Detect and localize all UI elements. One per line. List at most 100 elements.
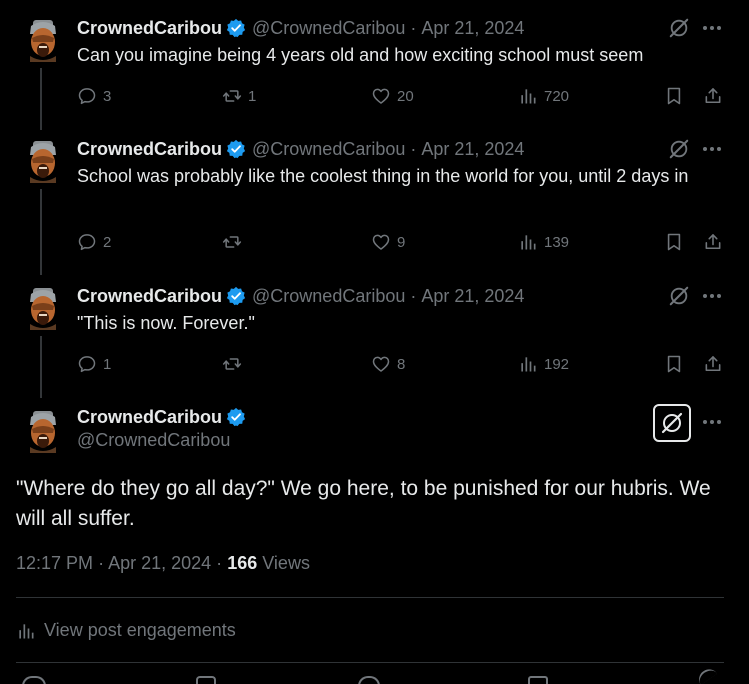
author-name[interactable]: CrownedCaribou [77,286,222,307]
bookmark-button[interactable] [664,353,684,375]
share-icon [703,354,723,374]
bookmark-icon[interactable] [528,676,548,684]
author-handle[interactable]: @CrownedCaribou [252,286,405,307]
bookmark-icon [664,354,684,374]
avatar[interactable] [24,139,62,183]
view-engagements-link[interactable]: View post engagements [16,620,236,641]
more-options-icon[interactable] [701,138,723,160]
like-button[interactable]: 9 [371,231,405,253]
post-date[interactable]: Apr 21, 2024 [421,18,524,39]
verified-badge-icon [226,407,246,427]
repost-icon [222,86,242,106]
repost-button[interactable] [222,353,248,375]
repost-count: 1 [248,87,257,105]
separator: · [216,553,223,573]
share-button[interactable] [703,85,723,107]
views-button[interactable]: 720 [518,85,569,107]
thread-line [40,189,42,275]
reply-button[interactable]: 3 [77,85,111,107]
avatar[interactable] [24,286,62,330]
post-date[interactable]: Apr 21, 2024 [421,139,524,160]
views-button[interactable]: 139 [518,231,569,253]
engagements-label: View post engagements [44,620,236,640]
tweet-text: School was probably like the coolest thi… [77,166,689,186]
reply-icon [77,232,97,252]
like-icon[interactable] [358,676,380,684]
verified-badge-icon [226,18,246,38]
like-count: 8 [397,355,406,373]
more-options-icon[interactable] [701,411,723,433]
action-bar: 2 9 139 [77,231,727,253]
separator: · [98,553,105,573]
repost-button[interactable] [222,231,248,253]
views-button[interactable]: 192 [518,353,569,375]
author-handle[interactable]: @CrownedCaribou [252,139,405,160]
repost-button[interactable]: 1 [222,85,256,107]
repost-icon [222,354,242,374]
views-icon [518,86,538,106]
post-metadata: 12:17 PM · Apr 21, 2024 · 166 Views [16,553,310,574]
more-options-icon[interactable] [701,17,723,39]
views-label: Views [262,553,310,573]
separator: · [410,285,417,306]
thread-tweet-1[interactable]: CrownedCaribou @CrownedCaribou · Apr 21,… [0,16,749,136]
views-icon [518,232,538,252]
share-icon [703,232,723,252]
main-avatar[interactable] [24,409,62,453]
main-tweet-header: CrownedCaribou @CrownedCaribou [77,405,246,451]
thread-line [40,336,42,398]
grok-icon[interactable] [668,17,690,39]
thread-tweet-2[interactable]: CrownedCaribou @CrownedCaribou · Apr 21,… [0,137,749,277]
share-icon [703,86,723,106]
view-count: 192 [544,355,570,373]
reply-button[interactable]: 1 [77,353,111,375]
share-button[interactable] [703,353,723,375]
author-name[interactable]: CrownedCaribou [77,407,222,428]
like-button[interactable]: 20 [371,85,414,107]
bookmark-button[interactable] [664,231,684,253]
separator: · [410,17,417,38]
reply-icon[interactable] [22,676,46,684]
like-count: 9 [397,233,406,251]
avatar[interactable] [24,18,62,62]
like-count: 20 [397,87,414,105]
grok-icon [660,411,684,435]
author-handle[interactable]: @CrownedCaribou [252,18,405,39]
action-bar: 1 8 192 [77,353,727,375]
like-button[interactable]: 8 [371,353,405,375]
repost-icon[interactable] [196,676,216,684]
thread-line [40,68,42,130]
view-count: 720 [544,87,570,105]
tweet-header: CrownedCaribou @CrownedCaribou · Apr 21,… [77,137,524,161]
author-name[interactable]: CrownedCaribou [77,18,222,39]
repost-icon [222,232,242,252]
thread-tweet-3[interactable]: CrownedCaribou @CrownedCaribou · Apr 21,… [0,284,749,402]
post-date[interactable]: Apr 21, 2024 [421,286,524,307]
views-icon [518,354,538,374]
views-count: 166 [227,553,258,573]
bookmark-button[interactable] [664,85,684,107]
tweet-text: "This is now. Forever." [77,313,255,333]
reply-button[interactable]: 2 [77,231,111,253]
reply-icon [77,86,97,106]
verified-badge-icon [226,286,246,306]
grok-icon[interactable] [668,285,690,307]
more-options-icon[interactable] [701,285,723,307]
grok-icon[interactable] [668,138,690,160]
tweet-text: Can you imagine being 4 years old and ho… [77,45,644,65]
divider [16,662,724,663]
like-icon [371,354,391,374]
divider [16,597,724,598]
action-bar: 3 1 20 720 [77,85,727,107]
like-icon [371,232,391,252]
reply-count: 2 [103,233,112,251]
author-handle[interactable]: @CrownedCaribou [77,430,246,451]
main-tweet-text: "Where do they go all day?" We go here, … [16,477,711,530]
post-date[interactable]: Apr 21, 2024 [108,553,211,573]
share-button[interactable] [703,231,723,253]
like-icon [371,86,391,106]
grok-button[interactable] [653,404,691,442]
author-name[interactable]: CrownedCaribou [77,139,222,160]
post-time[interactable]: 12:17 PM [16,553,93,573]
share-icon[interactable] [695,665,718,684]
